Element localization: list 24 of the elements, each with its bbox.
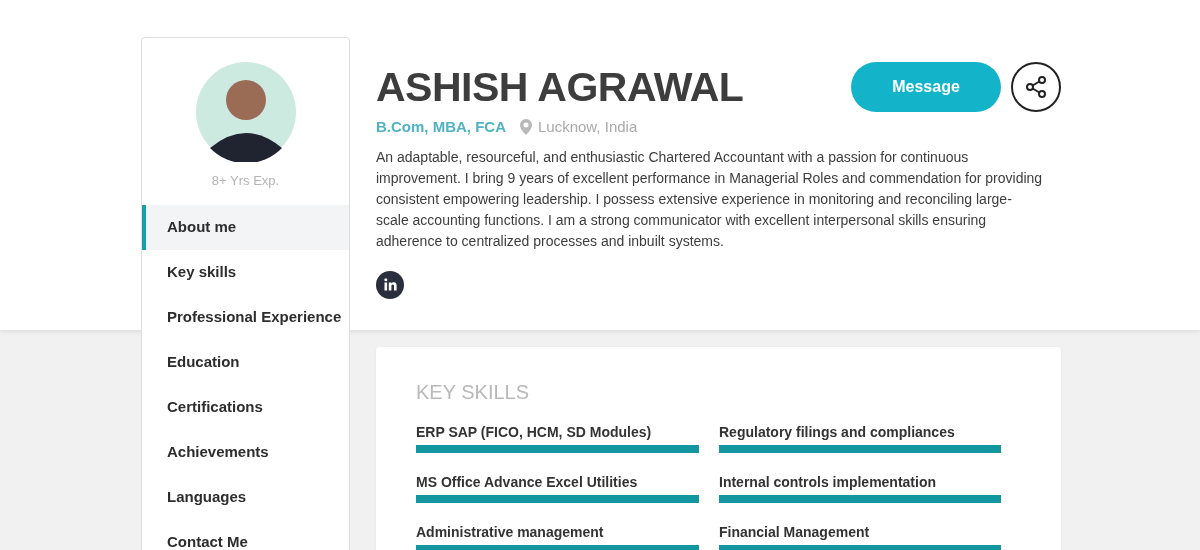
experience-label: 8+ Yrs Exp. <box>210 172 281 190</box>
skill-name: MS Office Advance Excel Utilities <box>416 472 639 491</box>
linkedin-icon <box>383 278 397 291</box>
sidebar-item[interactable]: Contact Me <box>142 519 349 550</box>
share-button[interactable] <box>1011 62 1061 112</box>
location-pin-icon <box>520 119 532 136</box>
location: Lucknow, India <box>538 117 638 137</box>
share-icon <box>1024 75 1048 99</box>
sidebar-item[interactable]: Achievements <box>142 429 349 475</box>
skill-name: Regulatory filings and compliances <box>719 422 956 441</box>
skill-name: Internal controls implementation <box>719 472 938 491</box>
skill-name: Financial Management <box>719 522 871 541</box>
sidebar-item[interactable]: Certifications <box>142 384 349 430</box>
sidebar-item[interactable]: Key skills <box>142 249 349 295</box>
sidebar-item[interactable]: Education <box>142 339 349 385</box>
sidebar-item[interactable]: Languages <box>142 474 349 520</box>
skill-name: Administrative management <box>416 522 605 541</box>
sidebar-item[interactable]: About me <box>142 204 349 250</box>
profile-summary: An adaptable, resourceful, and enthusiastic Chartered Accountant with a passion for continuous improvement. I bring 9 years of excellent performance in Managerial Roles and commendation for providing consistent empowering leadership. I possess extensive experience in monitoring and reconciling large-scale accounting functions. I am a strong communicator with excellent interpersonal skills ensuring adherence to centralized processes and inbuilt systems. <box>376 147 1044 251</box>
profile-name: ASHISH AGRAWAL <box>376 63 745 112</box>
skill-name: ERP SAP (FICO, HCM, SD Modules) <box>416 422 653 441</box>
sidebar-item[interactable]: Professional Experience <box>142 294 349 340</box>
section-title: KEY SKILLS <box>416 379 531 405</box>
qualifications: B.Com, MBA, FCA <box>376 117 506 137</box>
